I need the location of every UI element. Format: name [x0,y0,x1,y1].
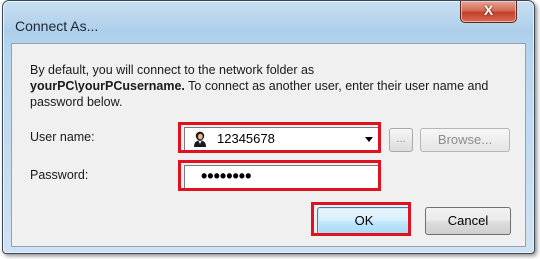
description-text: By default, you will connect to the netw… [30,62,500,110]
description-line1: By default, you will connect to the netw… [30,63,315,77]
password-highlight [178,160,381,191]
cancel-button[interactable]: Cancel [425,207,511,235]
user-name-label: User name: [30,130,95,144]
user-name-highlight [178,122,381,153]
password-label: Password: [30,168,89,182]
browse-button[interactable]: Browse... [420,128,510,152]
close-button[interactable]: X [460,1,517,23]
description-account: yourPC\yourPCusername. [30,79,185,93]
window-title: Connect As... [15,18,99,34]
ok-button-highlight [311,202,411,236]
more-options-button[interactable]: ... [389,128,413,152]
close-icon: X [483,2,494,18]
